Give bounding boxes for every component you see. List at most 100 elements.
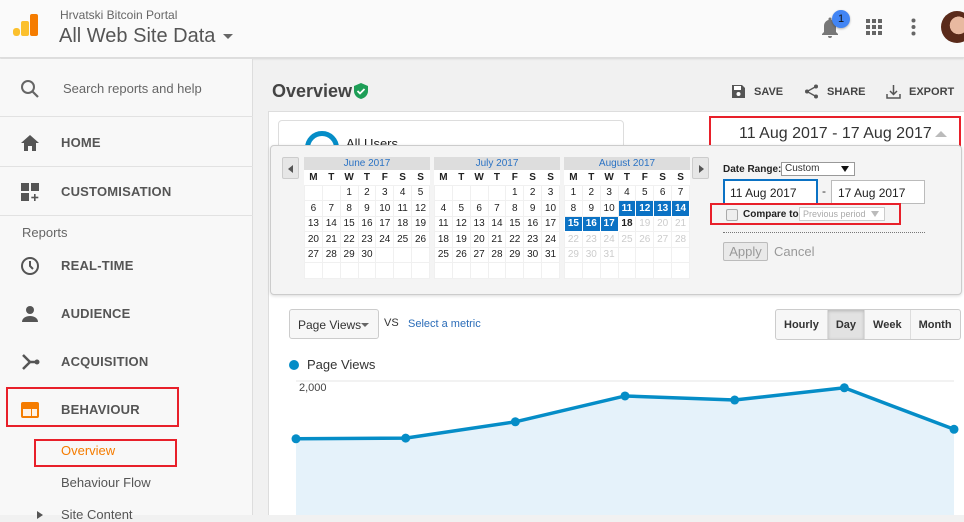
calendar-day[interactable]: 16 xyxy=(523,215,543,232)
calendar-day[interactable]: 7 xyxy=(321,200,341,217)
calendar-day[interactable]: 19 xyxy=(411,215,430,232)
more-vert-icon[interactable] xyxy=(911,18,916,36)
calendar-day[interactable]: 18 xyxy=(393,215,413,232)
calendar-day[interactable]: 21 xyxy=(671,215,690,232)
calendar-day[interactable]: 23 xyxy=(523,231,543,248)
calendar-day[interactable]: 9 xyxy=(581,200,601,217)
calendar-day[interactable]: 4 xyxy=(434,200,453,217)
calendar-day[interactable]: 14 xyxy=(321,215,341,232)
calendar-day[interactable]: 2 xyxy=(523,184,543,201)
calendar-day[interactable]: 10 xyxy=(375,200,395,217)
calendar-day[interactable]: 25 xyxy=(617,231,637,248)
calendar-day[interactable]: 1 xyxy=(564,184,583,201)
calendar-day[interactable]: 26 xyxy=(635,231,655,248)
calendar-day[interactable]: 16 xyxy=(581,215,601,232)
calendar-day[interactable]: 20 xyxy=(304,231,323,248)
calendar-day[interactable]: 7 xyxy=(487,200,507,217)
calendar-day[interactable]: 7 xyxy=(671,184,690,201)
calendar-day[interactable]: 22 xyxy=(339,231,359,248)
next-month-button[interactable] xyxy=(692,157,709,179)
user-avatar[interactable] xyxy=(941,11,964,43)
calendar-day[interactable]: 22 xyxy=(564,231,583,248)
calendar-day[interactable]: 30 xyxy=(581,246,601,263)
view-selector[interactable]: All Web Site Data xyxy=(59,25,234,48)
calendar-day[interactable]: 8 xyxy=(505,200,525,217)
calendar-day[interactable]: 5 xyxy=(635,184,655,201)
calendar-day[interactable]: 8 xyxy=(339,200,359,217)
sidebar-item-home[interactable]: HOME xyxy=(0,119,253,167)
share-button[interactable]: SHARE xyxy=(804,84,866,99)
granularity-day-button[interactable]: Day xyxy=(826,310,865,339)
calendar-day[interactable]: 28 xyxy=(487,246,507,263)
granularity-week-button[interactable]: Week xyxy=(864,310,910,339)
calendar-day[interactable]: 24 xyxy=(541,231,560,248)
calendar-day[interactable]: 5 xyxy=(451,200,471,217)
calendar-day[interactable]: 24 xyxy=(375,231,395,248)
calendar-day[interactable]: 29 xyxy=(339,246,359,263)
calendar-day[interactable]: 31 xyxy=(599,246,619,263)
calendar-day[interactable]: 19 xyxy=(635,215,655,232)
calendar-day[interactable]: 31 xyxy=(541,246,560,263)
calendar-day[interactable]: 15 xyxy=(564,215,583,232)
calendar-day[interactable]: 10 xyxy=(541,200,560,217)
end-date-input[interactable]: 17 Aug 2017 xyxy=(831,180,925,204)
calendar-day[interactable]: 11 xyxy=(393,200,413,217)
calendar-day[interactable]: 27 xyxy=(469,246,489,263)
calendar-day[interactable]: 27 xyxy=(653,231,673,248)
sidebar-subitem-behaviour-flow[interactable]: Behaviour Flow xyxy=(61,475,151,490)
export-button[interactable]: EXPORT xyxy=(886,84,954,99)
calendar-day[interactable]: 12 xyxy=(635,200,655,217)
apps-grid-icon[interactable] xyxy=(866,19,882,35)
calendar-day[interactable]: 4 xyxy=(393,184,413,201)
metric-select[interactable]: Page Views xyxy=(289,309,379,339)
sidebar-item-customisation[interactable]: CUSTOMISATION xyxy=(0,168,253,216)
calendar-day[interactable]: 17 xyxy=(541,215,560,232)
calendar-day[interactable]: 25 xyxy=(393,231,413,248)
calendar-day[interactable]: 12 xyxy=(451,215,471,232)
calendar-day[interactable]: 9 xyxy=(523,200,543,217)
calendar-day[interactable]: 2 xyxy=(581,184,601,201)
calendar-day[interactable]: 21 xyxy=(321,231,341,248)
granularity-hourly-button[interactable]: Hourly xyxy=(776,310,827,339)
calendar-day[interactable]: 15 xyxy=(505,215,525,232)
calendar-day[interactable]: 8 xyxy=(564,200,583,217)
calendar-day[interactable]: 3 xyxy=(599,184,619,201)
calendar-day[interactable]: 24 xyxy=(599,231,619,248)
calendar-day[interactable]: 2 xyxy=(357,184,377,201)
calendar-day[interactable]: 30 xyxy=(357,246,377,263)
calendar-day[interactable]: 26 xyxy=(411,231,430,248)
calendar-day[interactable]: 30 xyxy=(523,246,543,263)
analytics-logo-icon[interactable] xyxy=(13,14,39,38)
calendar-day[interactable]: 13 xyxy=(304,215,323,232)
date-range-select[interactable]: Custom xyxy=(781,162,855,176)
calendar-day[interactable]: 1 xyxy=(339,184,359,201)
granularity-month-button[interactable]: Month xyxy=(909,310,960,339)
calendar-day[interactable]: 17 xyxy=(375,215,395,232)
calendar-day[interactable]: 15 xyxy=(339,215,359,232)
save-button[interactable]: SAVE xyxy=(731,84,783,99)
calendar-day[interactable]: 6 xyxy=(653,184,673,201)
calendar-day[interactable]: 13 xyxy=(653,200,673,217)
calendar-day[interactable]: 29 xyxy=(505,246,525,263)
prev-month-button[interactable] xyxy=(282,157,299,179)
calendar-day[interactable]: 17 xyxy=(599,215,619,232)
calendar-day[interactable]: 14 xyxy=(487,215,507,232)
calendar-day[interactable]: 13 xyxy=(469,215,489,232)
calendar-day[interactable]: 11 xyxy=(617,200,637,217)
calendar-day[interactable]: 14 xyxy=(671,200,690,217)
calendar-day[interactable]: 5 xyxy=(411,184,430,201)
calendar-day[interactable]: 6 xyxy=(304,200,323,217)
calendar-day[interactable]: 3 xyxy=(375,184,395,201)
calendar-day[interactable]: 11 xyxy=(434,215,453,232)
calendar-day[interactable]: 1 xyxy=(505,184,525,201)
cancel-link[interactable]: Cancel xyxy=(774,244,814,259)
compare-select[interactable]: Previous period xyxy=(799,207,885,221)
calendar-day[interactable]: 29 xyxy=(564,246,583,263)
calendar-day[interactable]: 18 xyxy=(434,231,453,248)
calendar-day[interactable]: 28 xyxy=(321,246,341,263)
calendar-day[interactable]: 10 xyxy=(599,200,619,217)
calendar-day[interactable]: 25 xyxy=(434,246,453,263)
calendar-day[interactable]: 22 xyxy=(505,231,525,248)
calendar-day[interactable]: 27 xyxy=(304,246,323,263)
select-metric-link[interactable]: Select a metric xyxy=(408,318,481,330)
